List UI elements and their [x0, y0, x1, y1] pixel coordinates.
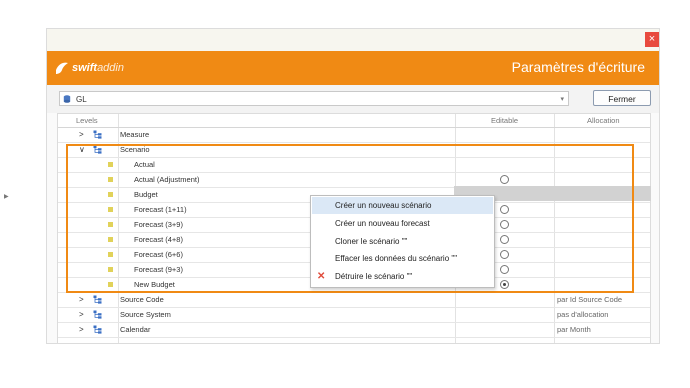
window-title-strip [47, 29, 659, 51]
toolbar: GL ▾ Fermer [47, 85, 659, 113]
database-icon [63, 95, 71, 103]
scenario-context-menu: Créer un nouveau scénario Créer un nouvea… [310, 195, 495, 288]
data-source-combobox[interactable]: GL ▾ [59, 91, 569, 106]
delete-x-icon: ✕ [317, 271, 326, 283]
expand-chevron-icon[interactable]: > [79, 323, 84, 337]
row-pointer-icon: ▶ [4, 194, 9, 200]
window-header: swift addin Paramètres d'écriture [47, 51, 659, 85]
column-header-levels[interactable]: Levels [76, 114, 98, 128]
swiftaddin-bird-icon [56, 62, 68, 74]
dimension-row[interactable]: > Source Code par Id Source Code [58, 293, 650, 308]
expand-chevron-icon[interactable]: > [79, 308, 84, 322]
expand-chevron-icon[interactable]: > [79, 293, 84, 307]
context-menu-item-label: Créer un nouveau forecast [335, 218, 430, 228]
dimension-label: Measure [120, 130, 150, 139]
context-menu-item-label: Cloner le scénario "" [335, 236, 408, 246]
context-menu-item[interactable]: Effacer les données du scénario "" [312, 250, 493, 267]
column-header-editable[interactable]: Editable [491, 114, 518, 128]
hierarchy-icon [93, 325, 102, 334]
swiftaddin-logo: swift addin [55, 59, 124, 77]
chevron-down-icon[interactable]: ▾ [560, 92, 564, 107]
fermer-button[interactable]: Fermer [593, 90, 651, 106]
dimension-label: Source System [120, 310, 171, 319]
context-menu-item-label: Détruire le scénario "" [335, 272, 413, 282]
combo-value: GL [76, 95, 87, 104]
context-menu-item[interactable]: Créer un nouveau forecast [312, 215, 493, 232]
dimension-label: Source Code [120, 295, 164, 304]
grid-header-row [58, 114, 650, 128]
dimension-row[interactable]: > Measure [58, 128, 650, 143]
hierarchy-icon [93, 310, 102, 319]
window-title: Paramètres d'écriture [511, 59, 645, 75]
context-menu-item-label: Effacer les données du scénario "" [335, 254, 458, 264]
column-header-allocation[interactable]: Allocation [587, 114, 620, 128]
allocation-value: par Id Source Code [557, 295, 623, 304]
allocation-value: pas d'allocation [557, 310, 609, 319]
context-menu-item[interactable]: Cloner le scénario "" [312, 233, 493, 250]
allocation-value: par Month [557, 325, 591, 334]
hierarchy-icon [93, 295, 102, 304]
dimension-row[interactable]: > Calendar par Month [58, 323, 650, 338]
expand-chevron-icon[interactable]: > [79, 128, 84, 142]
logo-text-light: addin [97, 62, 124, 74]
context-menu-item-label: Créer un nouveau scénario [335, 201, 432, 210]
context-menu-item[interactable]: Créer un nouveau scénario [312, 197, 493, 214]
logo-text-bold: swift [72, 62, 98, 74]
hierarchy-icon [93, 130, 102, 139]
dimension-label: Calendar [120, 325, 151, 334]
dimension-row[interactable]: > Source System pas d'allocation [58, 308, 650, 323]
window-close-button[interactable]: × [645, 32, 659, 47]
context-menu-item[interactable]: ✕ Détruire le scénario "" [312, 268, 493, 285]
